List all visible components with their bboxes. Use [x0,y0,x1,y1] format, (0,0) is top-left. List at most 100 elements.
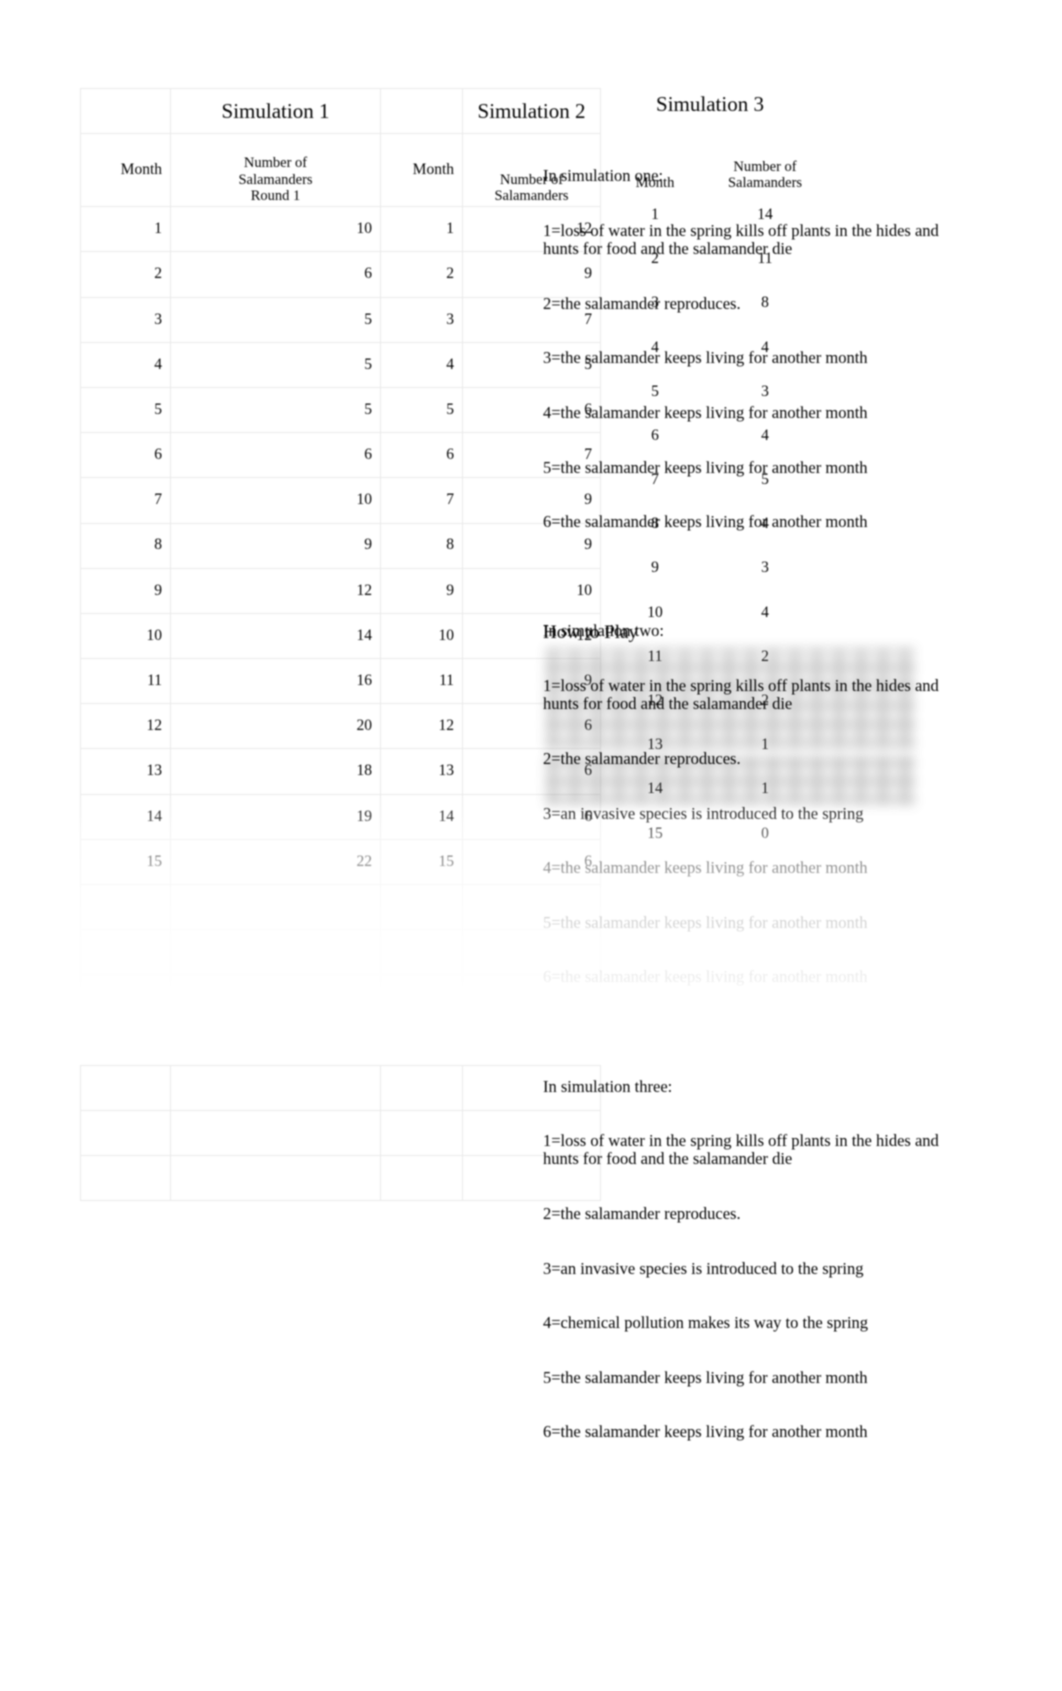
cell-month[interactable]: 11 [380,658,463,705]
cell-month[interactable]: 12 [80,703,171,750]
cell-month[interactable]: 5 [80,386,171,434]
cell-month[interactable]: 6 [80,432,171,479]
table-row[interactable]: 55 [80,386,381,434]
table-row[interactable]: 9 12 [80,567,381,614]
table-row-empty[interactable] [80,1155,381,1202]
cell-month[interactable] [380,1064,463,1111]
cell-salamander-count[interactable]: 18 [170,748,381,795]
cell-salamander-count[interactable]: 19 [170,793,381,840]
table-row[interactable]: 45 [80,341,381,388]
cell-month[interactable]: 8 [380,522,463,569]
cell-salamander-count[interactable] [170,1155,381,1202]
cell-month[interactable] [380,929,463,976]
cell-salamander-count[interactable] [170,1064,381,1111]
cell-salamander-count[interactable]: 16 [170,658,381,705]
cell-month[interactable]: 6 [380,432,463,479]
table-row[interactable]: 7 10 [80,477,381,524]
cell-month[interactable] [380,1155,463,1202]
rules-sim3-line-5: 5=the salamander keeps living for anothe… [543,1367,868,1387]
cell-month[interactable] [80,929,171,976]
table-row-empty[interactable] [80,1019,381,1066]
cell-salamander-count[interactable] [170,929,381,976]
cell-month[interactable] [80,883,171,931]
cell-salamander-count[interactable] [170,974,381,1021]
cell-salamander-count[interactable] [170,1109,381,1157]
cell-salamander-count[interactable]: 12 [170,567,381,614]
table-row-empty[interactable] [80,929,381,976]
cell-month[interactable]: 4 [80,341,171,388]
cell-month[interactable] [380,1019,463,1066]
cell-month[interactable]: 9 [80,567,171,614]
cell-month[interactable]: 8 [80,522,171,569]
cell-salamander-count[interactable]: 9 [170,522,381,569]
cell-month[interactable]: 9 [380,567,463,614]
table-row-empty[interactable] [80,1109,381,1157]
cell-month[interactable]: 1 [80,206,171,253]
cell-month[interactable] [80,1019,171,1066]
cell-salamander-count[interactable]: 6 [170,251,381,298]
cell-salamander-count[interactable]: 14 [170,612,381,660]
cell-month[interactable]: 11 [80,658,171,705]
table-row[interactable]: 14 19 [80,793,381,840]
table-row[interactable]: 66 [80,432,381,479]
table-simulation-1[interactable]: Simulation 1 Month Number of Salamanders… [80,87,381,1202]
table-row[interactable]: 12 20 [80,703,381,750]
cell-month[interactable]: 12 [380,703,463,750]
cell-month[interactable] [80,1155,171,1202]
cell-month[interactable]: 5 [380,386,463,434]
cell-month[interactable]: 7 [80,477,171,524]
table-row[interactable]: 35 [80,296,381,343]
table-row[interactable]: 26 [80,251,381,298]
blank-corner-cell [380,87,463,134]
rules-sim3-line-6: 6=the salamander keeps living for anothe… [543,1422,868,1442]
cell-month[interactable]: 15 [80,838,171,886]
cell-month[interactable]: 3 [80,296,171,343]
cell-salamander-count[interactable]: 5 [170,341,381,388]
cell-salamander-count[interactable]: 10 [170,206,381,253]
cell-salamander-count[interactable]: 10 [170,477,381,524]
blank-corner-cell [80,87,171,134]
cell-salamander-count[interactable] [170,1019,381,1066]
cell-salamander-count[interactable]: 5 [170,296,381,343]
cell-salamander-count[interactable]: 6 [170,432,381,479]
table-row-empty[interactable] [80,974,381,1021]
table-row[interactable]: 11 16 [80,658,381,705]
cell-salamander-count[interactable]: 5 [170,386,381,434]
table-row[interactable]: 1 10 [80,206,381,253]
cell-month[interactable]: 14 [80,793,171,840]
how-to-play-heading: How to Play [543,622,638,643]
cell-month[interactable]: 10 [80,612,171,660]
cell-salamander-count[interactable]: 20 [170,703,381,750]
cell-month[interactable]: 7 [380,477,463,524]
table-row-empty[interactable] [80,883,381,931]
cell-month[interactable]: 13 [80,748,171,795]
cell-month[interactable] [380,974,463,1021]
cell-month[interactable]: 15 [380,838,463,886]
rules-sim2-line-4: 4=the salamander keeps living for anothe… [543,858,868,878]
table-row[interactable]: 10 14 [80,612,381,660]
table-row-empty[interactable] [80,1064,381,1111]
cell-month[interactable]: 4 [380,341,463,388]
table-row[interactable]: 89 [80,522,381,569]
cell-month[interactable] [80,1109,171,1157]
table-row[interactable]: 13 18 [80,748,381,795]
table-row[interactable]: 15 22 [80,838,381,886]
rules-sim1-line-6: 6=the salamander keeps living for anothe… [543,512,868,532]
cell-month[interactable] [80,974,171,1021]
cell-month[interactable] [80,1064,171,1111]
cell-month[interactable]: 13 [380,748,463,795]
cell-month[interactable]: 2 [80,251,171,298]
rules-sim1-line-4: 4=the salamander keeps living for anothe… [543,403,868,423]
cell-month[interactable]: 10 [380,612,463,660]
cell-month[interactable] [380,1109,463,1157]
cell-month[interactable] [380,883,463,931]
cell-salamander-count[interactable] [170,883,381,931]
cell-month[interactable]: 14 [380,793,463,840]
rules-sim3-line-3: 3=an invasive species is introduced to t… [543,1258,864,1278]
cell-salamander-count[interactable]: 22 [170,838,381,886]
cell-month[interactable]: 2 [380,251,463,298]
cell-month[interactable]: 1 [380,206,463,253]
header-count-sim1: Number of Salamanders Round 1 [170,133,381,208]
cell-month[interactable]: 3 [380,296,463,343]
